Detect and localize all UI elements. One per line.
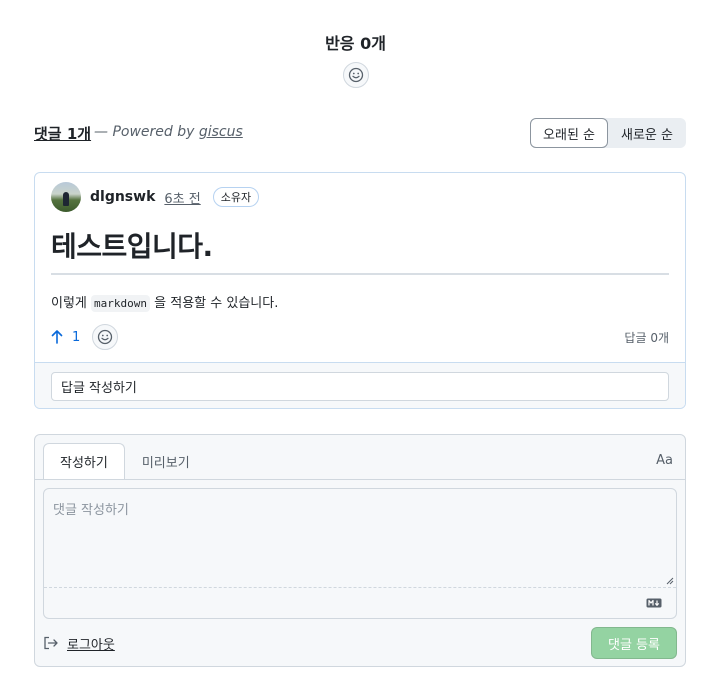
composer-footer: 로그아웃 댓글 등록	[43, 627, 677, 659]
reply-count: 답글 0개	[624, 330, 669, 345]
font-toggle-button[interactable]: Aa	[656, 453, 673, 468]
logout-label: 로그아웃	[67, 637, 115, 653]
comment-paragraph: 이렇게 markdown 을 적용할 수 있습니다.	[51, 292, 669, 312]
comments-header: 댓글 1개 — Powered by giscus 오래된 순 새로운 순	[34, 118, 686, 148]
reply-area	[35, 362, 685, 408]
add-reaction-button[interactable]	[342, 62, 369, 88]
comment-reaction-button[interactable]	[92, 324, 119, 350]
upvote-button[interactable]: 1	[51, 330, 80, 345]
powered-by-prefix: — Powered by	[94, 124, 195, 140]
inline-code: markdown	[91, 295, 151, 312]
reactions-count: 반응 0개	[325, 34, 386, 53]
smiley-icon	[348, 67, 363, 83]
editor-footer	[44, 587, 676, 619]
sort-toggle: 오래된 순 새로운 순	[530, 118, 686, 148]
logout-button[interactable]: 로그아웃	[43, 634, 115, 653]
giscus-link[interactable]: giscus	[199, 124, 243, 140]
upvote-count: 1	[72, 329, 81, 345]
comment-timestamp[interactable]: 6초 전	[164, 188, 200, 207]
resize-handle-icon[interactable]	[666, 577, 674, 585]
submit-comment-button[interactable]: 댓글 등록	[591, 627, 677, 659]
sort-oldest-button[interactable]: 오래된 순	[530, 118, 609, 148]
powered-by: — Powered by giscus	[94, 124, 243, 140]
comment-text-before: 이렇게	[51, 296, 87, 311]
owner-badge: 소유자	[212, 187, 260, 207]
smiley-icon	[98, 329, 113, 345]
reply-input[interactable]	[51, 372, 669, 401]
composer-tabs: 작성하기 미리보기	[43, 443, 207, 480]
comment-composer: 작성하기 미리보기 Aa 로그아웃 댓글 등록	[34, 434, 686, 667]
sign-out-icon	[44, 636, 58, 650]
comment-header: dlgnswk 6초 전 소유자	[51, 181, 260, 213]
comment-text-after: 을 적용할 수 있습니다.	[154, 296, 279, 311]
comment-body: 테스트입니다. 이렇게 markdown 을 적용할 수 있습니다.	[51, 225, 669, 312]
editor	[43, 488, 677, 619]
markdown-icon[interactable]	[646, 598, 662, 608]
comment-count-link[interactable]: 댓글 1개	[34, 123, 91, 144]
avatar[interactable]	[51, 182, 81, 212]
divider	[35, 479, 685, 480]
tab-write[interactable]: 작성하기	[43, 443, 125, 480]
comment-author[interactable]: dlgnswk	[90, 189, 155, 205]
comment-textarea[interactable]	[44, 489, 676, 587]
arrow-up-icon	[51, 330, 63, 344]
comment-actions: 1 답글 0개	[51, 323, 669, 351]
reactions-section: 반응 0개	[0, 30, 711, 88]
tab-preview[interactable]: 미리보기	[125, 443, 207, 480]
comment-card: dlgnswk 6초 전 소유자 테스트입니다. 이렇게 markdown 을 …	[34, 172, 686, 409]
comment-heading: 테스트입니다.	[51, 225, 669, 275]
sort-newest-button[interactable]: 새로운 순	[608, 118, 686, 148]
